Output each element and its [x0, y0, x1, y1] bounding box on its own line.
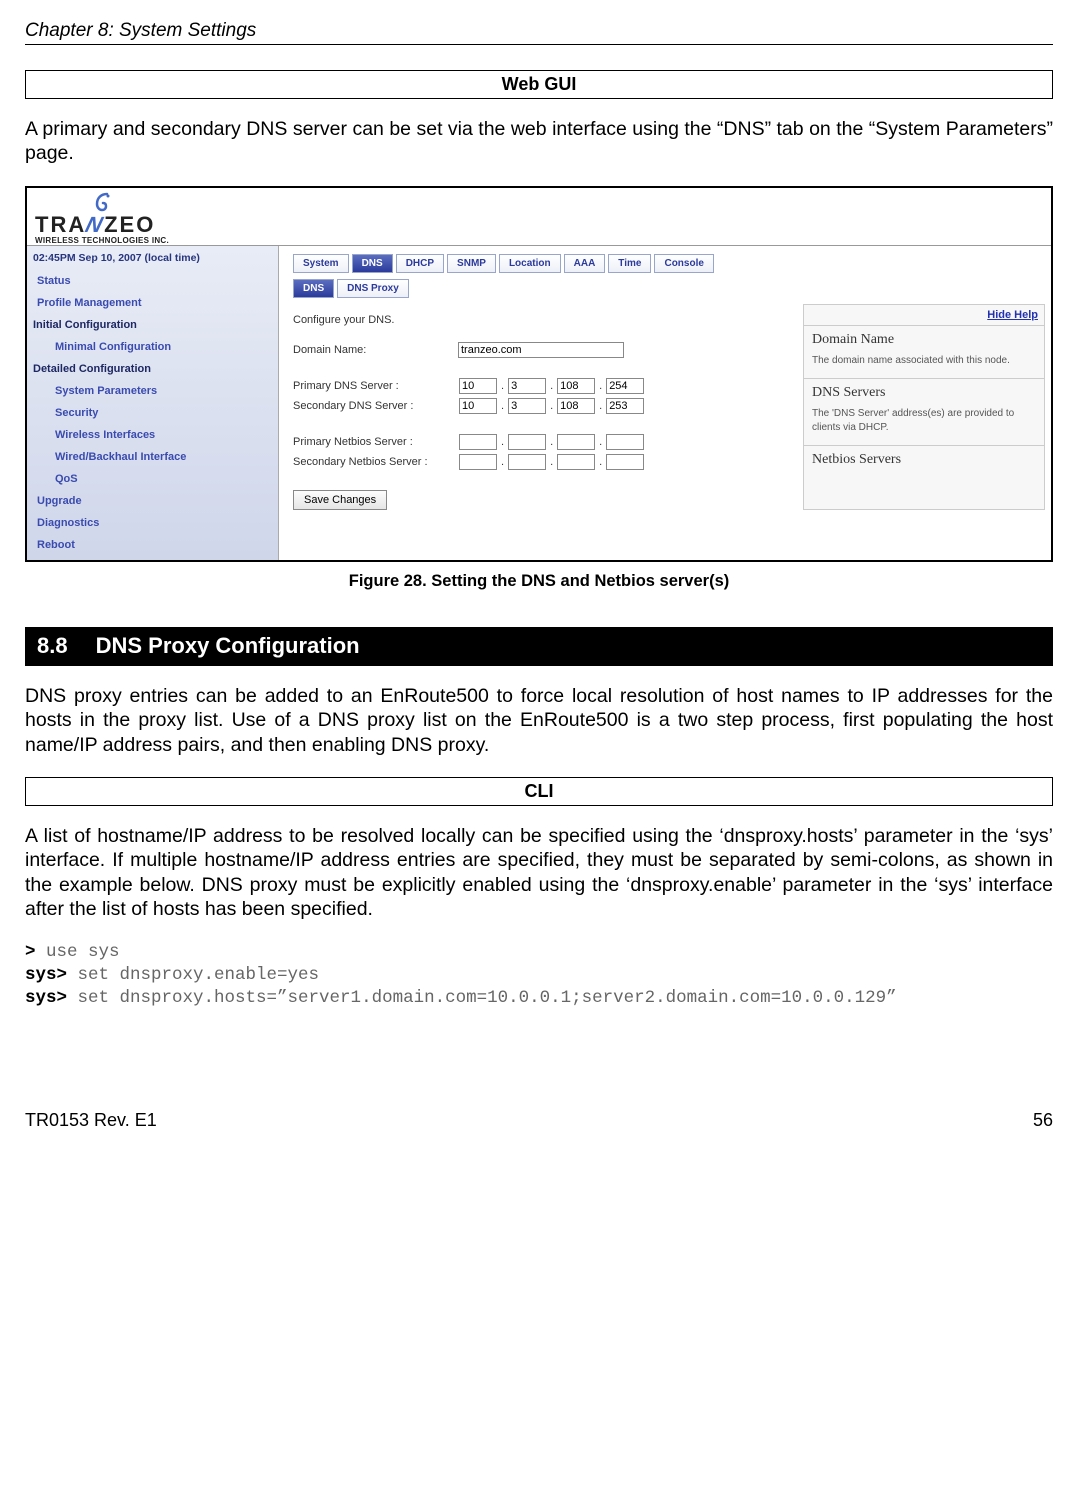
tab-snmp[interactable]: SNMP [447, 254, 496, 273]
primary-dns-octet-3[interactable] [557, 378, 595, 394]
logo-tagline: WIRELESS TECHNOLOGIES INC. [35, 236, 169, 245]
subtab-dns[interactable]: DNS [293, 279, 334, 298]
help-netbios-servers-title: Netbios Servers [812, 452, 1036, 468]
dns-config-form: Configure your DNS. Domain Name: Primary… [293, 304, 785, 510]
main-content-area: SystemDNSDHCPSNMPLocationAAATimeConsole … [279, 246, 1051, 560]
figure-caption: Figure 28. Setting the DNS and Netbios s… [25, 572, 1053, 591]
primary-nb-octet-4[interactable] [606, 434, 644, 450]
tab-time[interactable]: Time [608, 254, 651, 273]
section-8-8-heading: 8.8 DNS Proxy Configuration [25, 627, 1053, 666]
tab-system[interactable]: System [293, 254, 349, 273]
primary-nb-octet-2[interactable] [508, 434, 546, 450]
sidebar-item-reboot[interactable]: Reboot [33, 534, 278, 556]
secondary-nb-octet-1[interactable] [459, 454, 497, 470]
logo-text-post: ZEO [104, 212, 155, 238]
sidebar-item-upgrade[interactable]: Upgrade [33, 490, 278, 512]
section-8-8-paragraph: DNS proxy entries can be added to an EnR… [25, 684, 1053, 757]
logo-text-pre: TRA [35, 212, 86, 238]
secondary-dns-octet-2[interactable] [508, 398, 546, 414]
tab-dns[interactable]: DNS [352, 254, 393, 273]
secondary-dns-octet-1[interactable] [459, 398, 497, 414]
sidebar-nav: 02:45PM Sep 10, 2007 (local time) Status… [27, 246, 279, 560]
sidebar-item-wireless-interfaces[interactable]: Wireless Interfaces [33, 424, 278, 446]
tranzeo-logo: TRANZEO WIRELESS TECHNOLOGIES INC. [35, 192, 169, 245]
domain-name-input[interactable] [458, 342, 624, 358]
dns-settings-screenshot: TRANZEO WIRELESS TECHNOLOGIES INC. 02:45… [25, 186, 1053, 562]
form-lead-text: Configure your DNS. [293, 314, 785, 326]
revision-label: TR0153 Rev. E1 [25, 1110, 157, 1131]
cli-paragraph: A list of hostname/IP address to be reso… [25, 824, 1053, 922]
sidebar-item-qos[interactable]: QoS [33, 468, 278, 490]
subtab-dns-proxy[interactable]: DNS Proxy [337, 279, 409, 298]
sidebar-item-detailed-configuration[interactable]: Detailed Configuration [33, 358, 278, 380]
tab-console[interactable]: Console [654, 254, 713, 273]
cli-command-2: set dnsproxy.enable=yes [67, 965, 319, 985]
local-time-display: 02:45PM Sep 10, 2007 (local time) [33, 252, 278, 264]
help-domain-name-title: Domain Name [812, 332, 1036, 348]
sidebar-item-initial-configuration[interactable]: Initial Configuration [33, 314, 278, 336]
cli-example-block: > use sys sys> set dnsproxy.enable=yes s… [25, 941, 1053, 1009]
secondary-dns-label: Secondary DNS Server : [293, 400, 458, 412]
primary-nb-octet-1[interactable] [459, 434, 497, 450]
webgui-intro-paragraph: A primary and secondary DNS server can b… [25, 117, 1053, 166]
page-number: 56 [1033, 1110, 1053, 1131]
domain-name-label: Domain Name: [293, 344, 458, 356]
cli-prompt-1: > [25, 942, 36, 962]
cli-command-3: set dnsproxy.hosts=”server1.domain.com=1… [67, 988, 897, 1008]
secondary-nb-octet-4[interactable] [606, 454, 644, 470]
tab-location[interactable]: Location [499, 254, 561, 273]
sidebar-item-minimal-configuration[interactable]: Minimal Configuration [33, 336, 278, 358]
primary-nb-octet-3[interactable] [557, 434, 595, 450]
webgui-box-label: Web GUI [25, 70, 1053, 99]
help-dns-servers-title: DNS Servers [812, 385, 1036, 401]
sidebar-item-security[interactable]: Security [33, 402, 278, 424]
sidebar-item-profile-management[interactable]: Profile Management [33, 292, 278, 314]
primary-dns-octet-1[interactable] [459, 378, 497, 394]
secondary-dns-octet-4[interactable] [606, 398, 644, 414]
cli-prompt-2: sys> [25, 965, 67, 985]
screenshot-header-bar: TRANZEO WIRELESS TECHNOLOGIES INC. [27, 188, 1051, 245]
secondary-nb-octet-3[interactable] [557, 454, 595, 470]
save-changes-button[interactable]: Save Changes [293, 490, 387, 510]
main-tab-row: SystemDNSDHCPSNMPLocationAAATimeConsole [293, 254, 1045, 273]
primary-dns-octet-4[interactable] [606, 378, 644, 394]
cli-box-label: CLI [25, 777, 1053, 806]
secondary-nb-octet-2[interactable] [508, 454, 546, 470]
help-dns-servers-body: The 'DNS Server' address(es) are provide… [812, 407, 1036, 435]
tab-aaa[interactable]: AAA [564, 254, 606, 273]
primary-netbios-label: Primary Netbios Server : [293, 436, 458, 448]
secondary-netbios-label: Secondary Netbios Server : [293, 456, 458, 468]
help-panel: Hide Help Domain Name The domain name as… [803, 304, 1045, 510]
help-domain-name-body: The domain name associated with this nod… [812, 354, 1036, 368]
sidebar-item-system-parameters[interactable]: System Parameters [33, 380, 278, 402]
tab-dhcp[interactable]: DHCP [396, 254, 444, 273]
sidebar-item-wired-backhaul-interface[interactable]: Wired/Backhaul Interface [33, 446, 278, 468]
page-footer: TR0153 Rev. E1 56 [25, 1110, 1053, 1131]
primary-dns-label: Primary DNS Server : [293, 380, 458, 392]
section-number: 8.8 [37, 633, 68, 659]
primary-dns-octet-2[interactable] [508, 378, 546, 394]
hide-help-link[interactable]: Hide Help [804, 305, 1044, 325]
sub-tab-row: DNSDNS Proxy [293, 279, 1045, 298]
cli-command-1: use sys [36, 942, 120, 962]
chapter-header: Chapter 8: System Settings [25, 20, 1053, 45]
section-title: DNS Proxy Configuration [96, 633, 360, 658]
secondary-dns-octet-3[interactable] [557, 398, 595, 414]
sidebar-item-status[interactable]: Status [33, 270, 278, 292]
cli-prompt-3: sys> [25, 988, 67, 1008]
sidebar-item-diagnostics[interactable]: Diagnostics [33, 512, 278, 534]
